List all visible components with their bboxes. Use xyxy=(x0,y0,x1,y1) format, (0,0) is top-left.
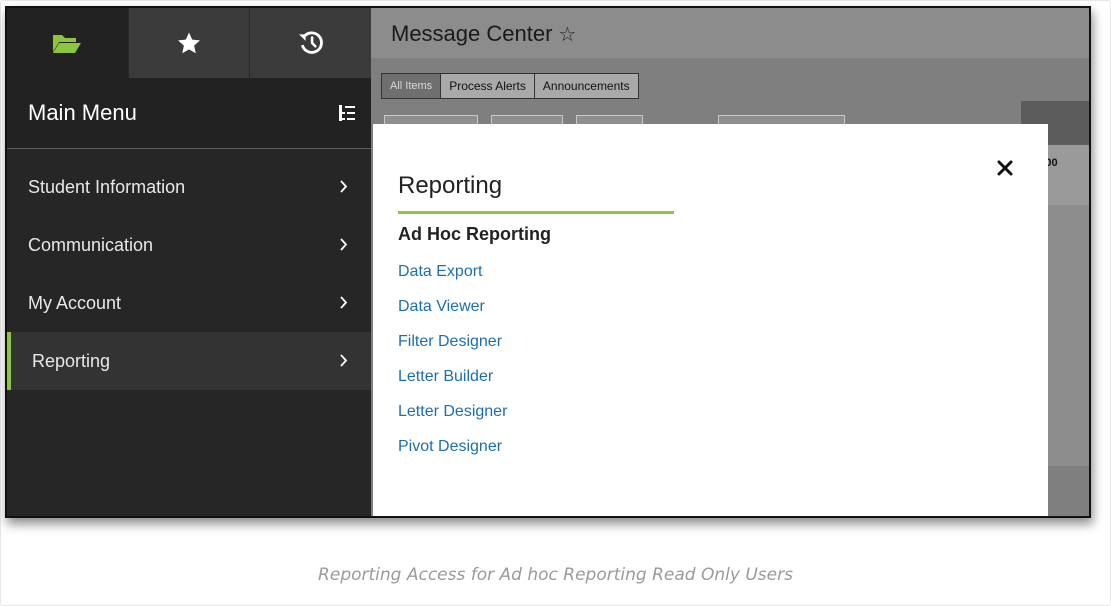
sidebar: Main Menu Student Information Communicat… xyxy=(7,8,372,516)
menu-title: Main Menu xyxy=(28,100,137,125)
image-caption: Reporting Access for Ad hoc Reporting Re… xyxy=(318,565,793,585)
sidebar-item-student-information[interactable]: Student Information xyxy=(7,158,371,216)
link-data-viewer[interactable]: Data Viewer xyxy=(398,297,507,332)
link-letter-builder[interactable]: Letter Builder xyxy=(398,367,507,402)
tab-recent[interactable] xyxy=(249,8,372,78)
sidebar-item-label: My Account xyxy=(28,292,122,313)
link-pivot-designer[interactable]: Pivot Designer xyxy=(398,437,507,472)
message-tabs: All Items Process Alerts Announcements xyxy=(381,73,639,99)
close-icon[interactable] xyxy=(994,157,1016,179)
sidebar-item-label: Reporting xyxy=(32,350,111,371)
star-outline-icon[interactable]: ☆ xyxy=(558,24,576,46)
history-icon xyxy=(298,31,323,54)
chevron-right-icon xyxy=(340,180,348,193)
flyout-title-underline xyxy=(398,211,674,214)
tab-announcements[interactable]: Announcements xyxy=(533,73,639,99)
flyout-title: Reporting xyxy=(398,172,503,199)
folder-open-icon xyxy=(53,35,82,53)
tab-main-menu[interactable] xyxy=(7,8,128,78)
tab-all-items[interactable]: All Items xyxy=(381,73,442,99)
sidebar-item-label: Student Information xyxy=(28,176,186,197)
reporting-flyout: Reporting Ad Hoc Reporting Data Export D… xyxy=(373,124,1048,516)
link-letter-designer[interactable]: Letter Designer xyxy=(398,402,507,437)
sidebar-item-my-account[interactable]: My Account xyxy=(7,274,371,332)
sidebar-top-tabs xyxy=(7,8,372,78)
menu-tree-icon[interactable] xyxy=(338,104,356,122)
link-filter-designer[interactable]: Filter Designer xyxy=(398,332,507,367)
tab-process-alerts[interactable]: Process Alerts xyxy=(440,73,535,99)
app-window: Main Menu Student Information Communicat… xyxy=(5,6,1091,518)
star-icon xyxy=(178,32,200,53)
page-title: Message Center ☆ xyxy=(391,21,576,47)
sidebar-item-communication[interactable]: Communication xyxy=(7,216,371,274)
section-title: Ad Hoc Reporting xyxy=(398,224,551,244)
page-title-text: Message Center xyxy=(391,21,553,46)
menu-header: Main Menu xyxy=(7,78,371,149)
page-header: Message Center ☆ xyxy=(371,8,1089,58)
tab-favorites[interactable] xyxy=(127,8,250,78)
chevron-right-icon xyxy=(340,354,348,367)
sidebar-item-reporting[interactable]: Reporting xyxy=(7,332,371,390)
menu-items: Student Information Communication My Acc… xyxy=(7,158,371,390)
sidebar-item-label: Communication xyxy=(28,234,154,255)
chevron-right-icon xyxy=(340,296,348,309)
link-data-export[interactable]: Data Export xyxy=(398,262,507,297)
chevron-right-icon xyxy=(340,238,348,251)
report-links: Data Export Data Viewer Filter Designer … xyxy=(398,262,507,472)
